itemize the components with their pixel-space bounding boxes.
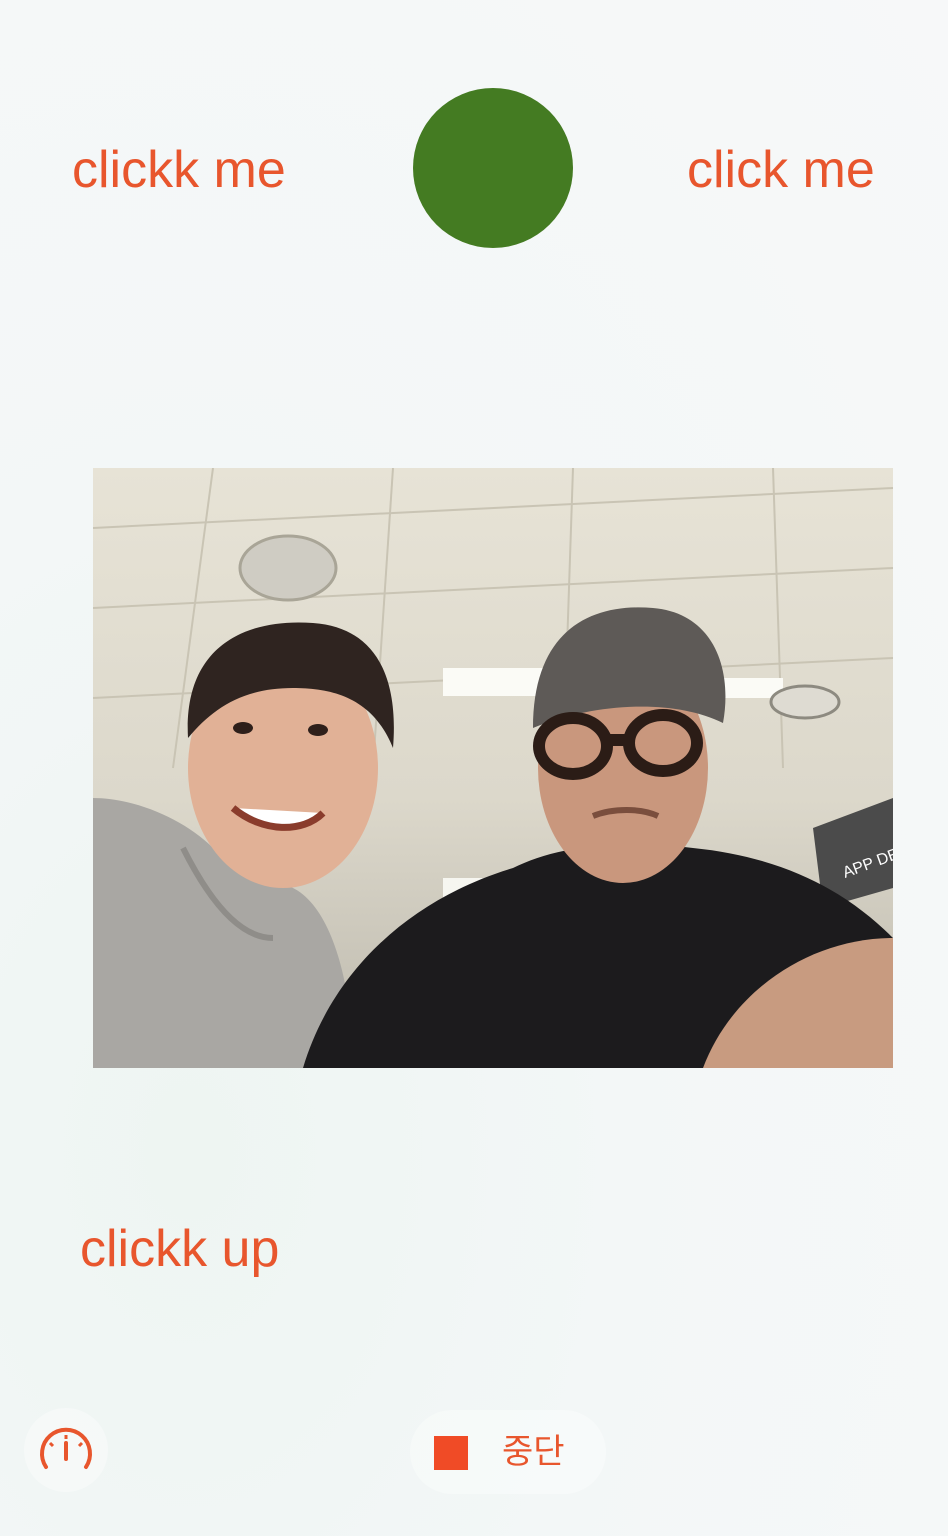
stop-label: 중단 <box>502 1432 565 1472</box>
photo-illustration: APP DEV <box>93 468 893 1068</box>
selfie-photo: APP DEV <box>93 468 893 1068</box>
speedometer-icon <box>40 1427 92 1469</box>
clickk-up-button[interactable]: clickk up <box>80 1219 279 1279</box>
stop-button[interactable]: 중단 <box>410 1410 606 1494</box>
speedometer-button[interactable] <box>24 1408 108 1492</box>
green-circle <box>413 88 573 248</box>
clickk-me-button[interactable]: clickk me <box>72 140 286 200</box>
stop-square-icon <box>434 1436 468 1470</box>
click-me-button[interactable]: click me <box>687 140 875 200</box>
